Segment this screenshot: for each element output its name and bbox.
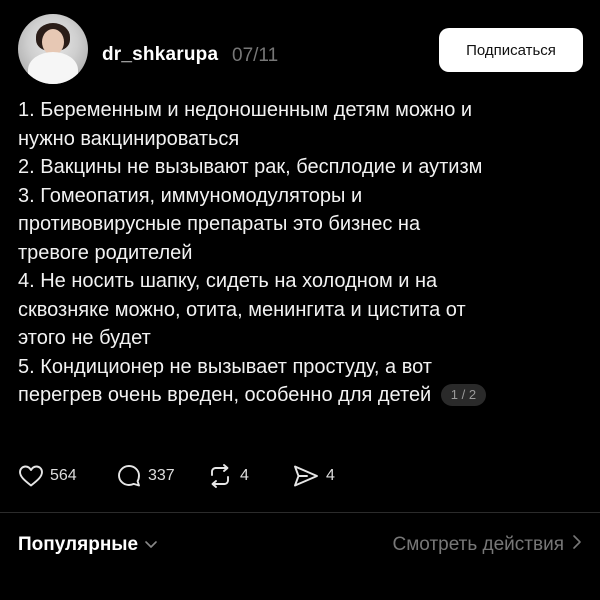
username[interactable]: dr_shkarupa: [102, 44, 218, 66]
text-line: перегрев очень вреден, особенно для дете…: [18, 381, 578, 410]
avatar-body: [28, 52, 78, 84]
share-button[interactable]: 4: [292, 462, 335, 490]
post-text: 1. Беременным и недоношенным детям можно…: [18, 96, 578, 410]
post-header: dr_shkarupa 07/11 Подписаться: [18, 14, 583, 86]
heart-icon: [18, 464, 44, 488]
repost-count: 4: [240, 467, 249, 484]
text-line: 1. Беременным и недоношенным детям можно…: [18, 99, 473, 121]
text-line: 4. Не носить шапку, сидеть на холодном и…: [18, 270, 438, 292]
post-date: 07/11: [232, 45, 279, 66]
send-icon: [292, 463, 320, 489]
like-button[interactable]: 564: [18, 462, 77, 490]
comment-button[interactable]: 337: [116, 462, 175, 490]
divider: [0, 512, 600, 513]
text-line: 3. Гомеопатия, иммуномодуляторы и: [18, 184, 363, 207]
text-line: противовирусные препараты это бизнес на: [18, 213, 421, 235]
text-line: тревоге родителей: [18, 241, 193, 264]
thread-post: dr_shkarupa 07/11 Подписаться 1. Беремен…: [0, 0, 600, 600]
comment-count: 337: [148, 467, 175, 484]
comment-bubble-icon: [116, 463, 142, 489]
chevron-right-icon: [572, 534, 582, 556]
text-line: 2. Вакцины не вызывают рак, бесплодие и …: [18, 156, 483, 178]
repost-arrows-icon: [206, 463, 234, 489]
post-footer: Популярные Смотреть действия: [18, 534, 582, 564]
repost-button[interactable]: 4: [206, 462, 249, 490]
like-count: 564: [50, 467, 77, 484]
popular-dropdown[interactable]: Популярные: [18, 534, 158, 556]
page-indicator: 1 / 2: [440, 384, 487, 406]
share-count: 4: [326, 467, 335, 484]
avatar[interactable]: [18, 14, 88, 84]
follow-button[interactable]: Подписаться: [439, 28, 583, 72]
activity-label: Смотреть действия: [392, 534, 564, 555]
text-line-last: перегрев очень вреден, особенно для дете…: [18, 384, 432, 406]
text-line: нужно вакцинироваться: [18, 127, 240, 150]
chevron-down-icon: [144, 534, 158, 556]
post-actions: 564 337 4 4: [18, 462, 418, 490]
view-activity-link[interactable]: Смотреть действия: [393, 534, 582, 556]
text-line: сквозняке можно, отита, менингита и цист…: [18, 298, 466, 321]
text-line: 5. Кондиционер не вызывает простуду, а в…: [18, 355, 432, 378]
popular-label: Популярные: [18, 534, 139, 555]
text-line: этого не будет: [18, 327, 151, 349]
